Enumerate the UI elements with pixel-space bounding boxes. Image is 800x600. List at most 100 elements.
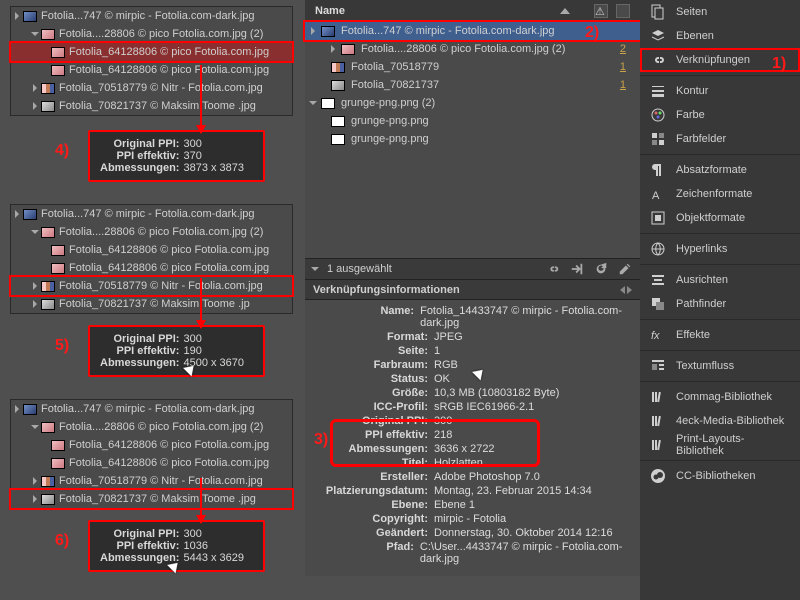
link-count[interactable]: 2	[620, 43, 634, 55]
layer-row[interactable]: Fotolia....28806 © pico Fotolia.com.jpg …	[11, 418, 292, 436]
disclosure-icon[interactable]	[309, 101, 317, 105]
layer-row[interactable]: Fotolia_70821737 © Maksim Toome .jpg	[11, 490, 292, 508]
relink-icon[interactable]	[546, 262, 560, 276]
layer-label: Fotolia_70518779 © Nitr - Fotolia.com.jp…	[59, 280, 263, 292]
panel-item-swatch[interactable]: Farbfelder	[640, 127, 800, 151]
info-label: Farbraum:	[313, 359, 428, 371]
links-header[interactable]: Name⚠	[305, 0, 640, 22]
panel-item-hyper[interactable]: Hyperlinks	[640, 237, 800, 261]
separator	[640, 381, 800, 382]
hyper-icon	[650, 241, 666, 257]
tooltip-value: 300	[183, 528, 253, 540]
panel-item-lib[interactable]: 4eck-Media-Bibliothek	[640, 409, 800, 433]
disclosure-icon[interactable]	[33, 84, 37, 92]
info-value: C:\User...4433747 © mirpic - Fotolia.com…	[420, 541, 632, 565]
goto-icon[interactable]	[570, 262, 584, 276]
link-row[interactable]: Fotolia_705187791	[305, 58, 640, 76]
panel-item-layers[interactable]: Ebenen	[640, 24, 800, 48]
layer-row[interactable]: Fotolia...747 © mirpic - Fotolia.com-dar…	[11, 7, 292, 25]
layer-row[interactable]: Fotolia...747 © mirpic - Fotolia.com-dar…	[11, 400, 292, 418]
layer-row[interactable]: Fotolia_64128806 © pico Fotolia.com.jpg	[11, 61, 292, 79]
panel-item-align[interactable]: Ausrichten	[640, 268, 800, 292]
panel-item-path[interactable]: Pathfinder	[640, 292, 800, 316]
disclosure-icon[interactable]	[33, 495, 37, 503]
panel-item-stroke[interactable]: Kontur	[640, 79, 800, 103]
layer-row[interactable]: Fotolia_70518779 © Nitr - Fotolia.com.jp…	[11, 79, 292, 97]
link-row[interactable]: grunge-png.png (2)	[305, 94, 640, 112]
layer-row[interactable]: Fotolia_70518779 © Nitr - Fotolia.com.jp…	[11, 277, 292, 295]
link-row[interactable]: Fotolia_708217371	[305, 76, 640, 94]
edit-icon[interactable]	[618, 262, 632, 276]
thumbnail-icon	[51, 65, 65, 76]
arrow-annotation	[200, 478, 202, 523]
panel-label: Commag-Bibliothek	[676, 391, 772, 403]
layer-row[interactable]: Fotolia....28806 © pico Fotolia.com.jpg …	[11, 223, 292, 241]
thumbnail-icon	[51, 458, 65, 469]
layer-row[interactable]: Fotolia_64128806 © pico Fotolia.com.jpg	[11, 259, 292, 277]
link-label: Fotolia...747 © mirpic - Fotolia.com-dar…	[341, 25, 555, 37]
info-label: Status:	[313, 373, 428, 385]
tooltip-label: PPI effektiv:	[117, 540, 180, 552]
disclosure-icon[interactable]	[31, 32, 39, 36]
panel-item-color[interactable]: Farbe	[640, 103, 800, 127]
info-label: Ersteller:	[313, 471, 428, 483]
disclosure-icon[interactable]	[33, 282, 37, 290]
panel-item-cc[interactable]: CC-Bibliotheken	[640, 464, 800, 488]
layer-label: Fotolia_64128806 © pico Fotolia.com.jpg	[69, 244, 269, 256]
disclosure-icon[interactable]	[33, 300, 37, 308]
obj-icon	[650, 210, 666, 226]
disclosure-icon[interactable]	[31, 230, 39, 234]
link-count[interactable]: 1	[620, 79, 634, 91]
disclosure-icon[interactable]	[311, 267, 319, 271]
layer-row[interactable]: Fotolia....28806 © pico Fotolia.com.jpg …	[11, 25, 292, 43]
link-row[interactable]: grunge-png.png	[305, 112, 640, 130]
panel-item-para[interactable]: Absatzformate	[640, 158, 800, 182]
disclosure-icon[interactable]	[331, 45, 335, 53]
annotation-number: 4)	[55, 142, 69, 160]
info-label: Größe:	[313, 387, 428, 399]
link-row[interactable]: Fotolia....28806 © pico Fotolia.com.jpg …	[305, 40, 640, 58]
disclosure-icon[interactable]	[33, 477, 37, 485]
selection-count: 1 ausgewählt	[327, 263, 392, 275]
chevron-right-icon[interactable]	[627, 286, 632, 294]
layer-label: Fotolia_70821737 © Maksim Toome .jpg	[59, 493, 256, 505]
layer-row[interactable]: Fotolia_64128806 © pico Fotolia.com.jpg	[11, 454, 292, 472]
disclosure-icon[interactable]	[31, 425, 39, 429]
layer-row[interactable]: Fotolia_64128806 © pico Fotolia.com.jpg	[11, 43, 292, 61]
layer-row[interactable]: Fotolia_64128806 © pico Fotolia.com.jpg	[11, 436, 292, 454]
layer-row[interactable]: Fotolia_70821737 © Maksim Toome .jp	[11, 295, 292, 313]
disclosure-icon[interactable]	[15, 405, 19, 413]
panel-item-lib[interactable]: Print-Layouts-Bibliothek	[640, 433, 800, 457]
tooltip-value: 1036	[183, 540, 253, 552]
sort-icon[interactable]	[560, 8, 570, 14]
panel-item-fx[interactable]: fxEffekte	[640, 323, 800, 347]
separator	[640, 154, 800, 155]
info-value: JPEG	[434, 331, 463, 343]
layer-row[interactable]: Fotolia_70518779 © Nitr - Fotolia.com.jp…	[11, 472, 292, 490]
link-count[interactable]: 1	[620, 61, 634, 73]
refresh-icon[interactable]	[594, 262, 608, 276]
panel-item-char[interactable]: AZeichenformate	[640, 182, 800, 206]
disclosure-icon[interactable]	[15, 12, 19, 20]
layer-row[interactable]: Fotolia...747 © mirpic - Fotolia.com-dar…	[11, 205, 292, 223]
info-value: Adobe Photoshop 7.0	[434, 471, 540, 483]
disclosure-icon[interactable]	[15, 210, 19, 218]
arrow-annotation	[200, 278, 202, 328]
panel-item-pages[interactable]: Seiten	[640, 0, 800, 24]
color-icon	[650, 107, 666, 123]
layer-row[interactable]: Fotolia_64128806 © pico Fotolia.com.jpg	[11, 241, 292, 259]
panel-item-wrap[interactable]: Textumfluss	[640, 354, 800, 378]
panel-item-lib[interactable]: Commag-Bibliothek	[640, 385, 800, 409]
link-row[interactable]: grunge-png.png	[305, 130, 640, 148]
thumbnail-icon	[51, 440, 65, 451]
annotation-number: 3)	[314, 431, 328, 449]
panel-item-obj[interactable]: Objektformate	[640, 206, 800, 230]
layer-row[interactable]: Fotolia_70821737 © Maksim Toome .jpg	[11, 97, 292, 115]
info-value: mirpic - Fotolia	[434, 513, 506, 525]
chevron-left-icon[interactable]	[620, 286, 625, 294]
lib-icon	[650, 413, 666, 429]
disclosure-icon[interactable]	[311, 27, 315, 35]
lib-icon	[650, 389, 666, 405]
annotation-number: 5)	[55, 337, 69, 355]
disclosure-icon[interactable]	[33, 102, 37, 110]
